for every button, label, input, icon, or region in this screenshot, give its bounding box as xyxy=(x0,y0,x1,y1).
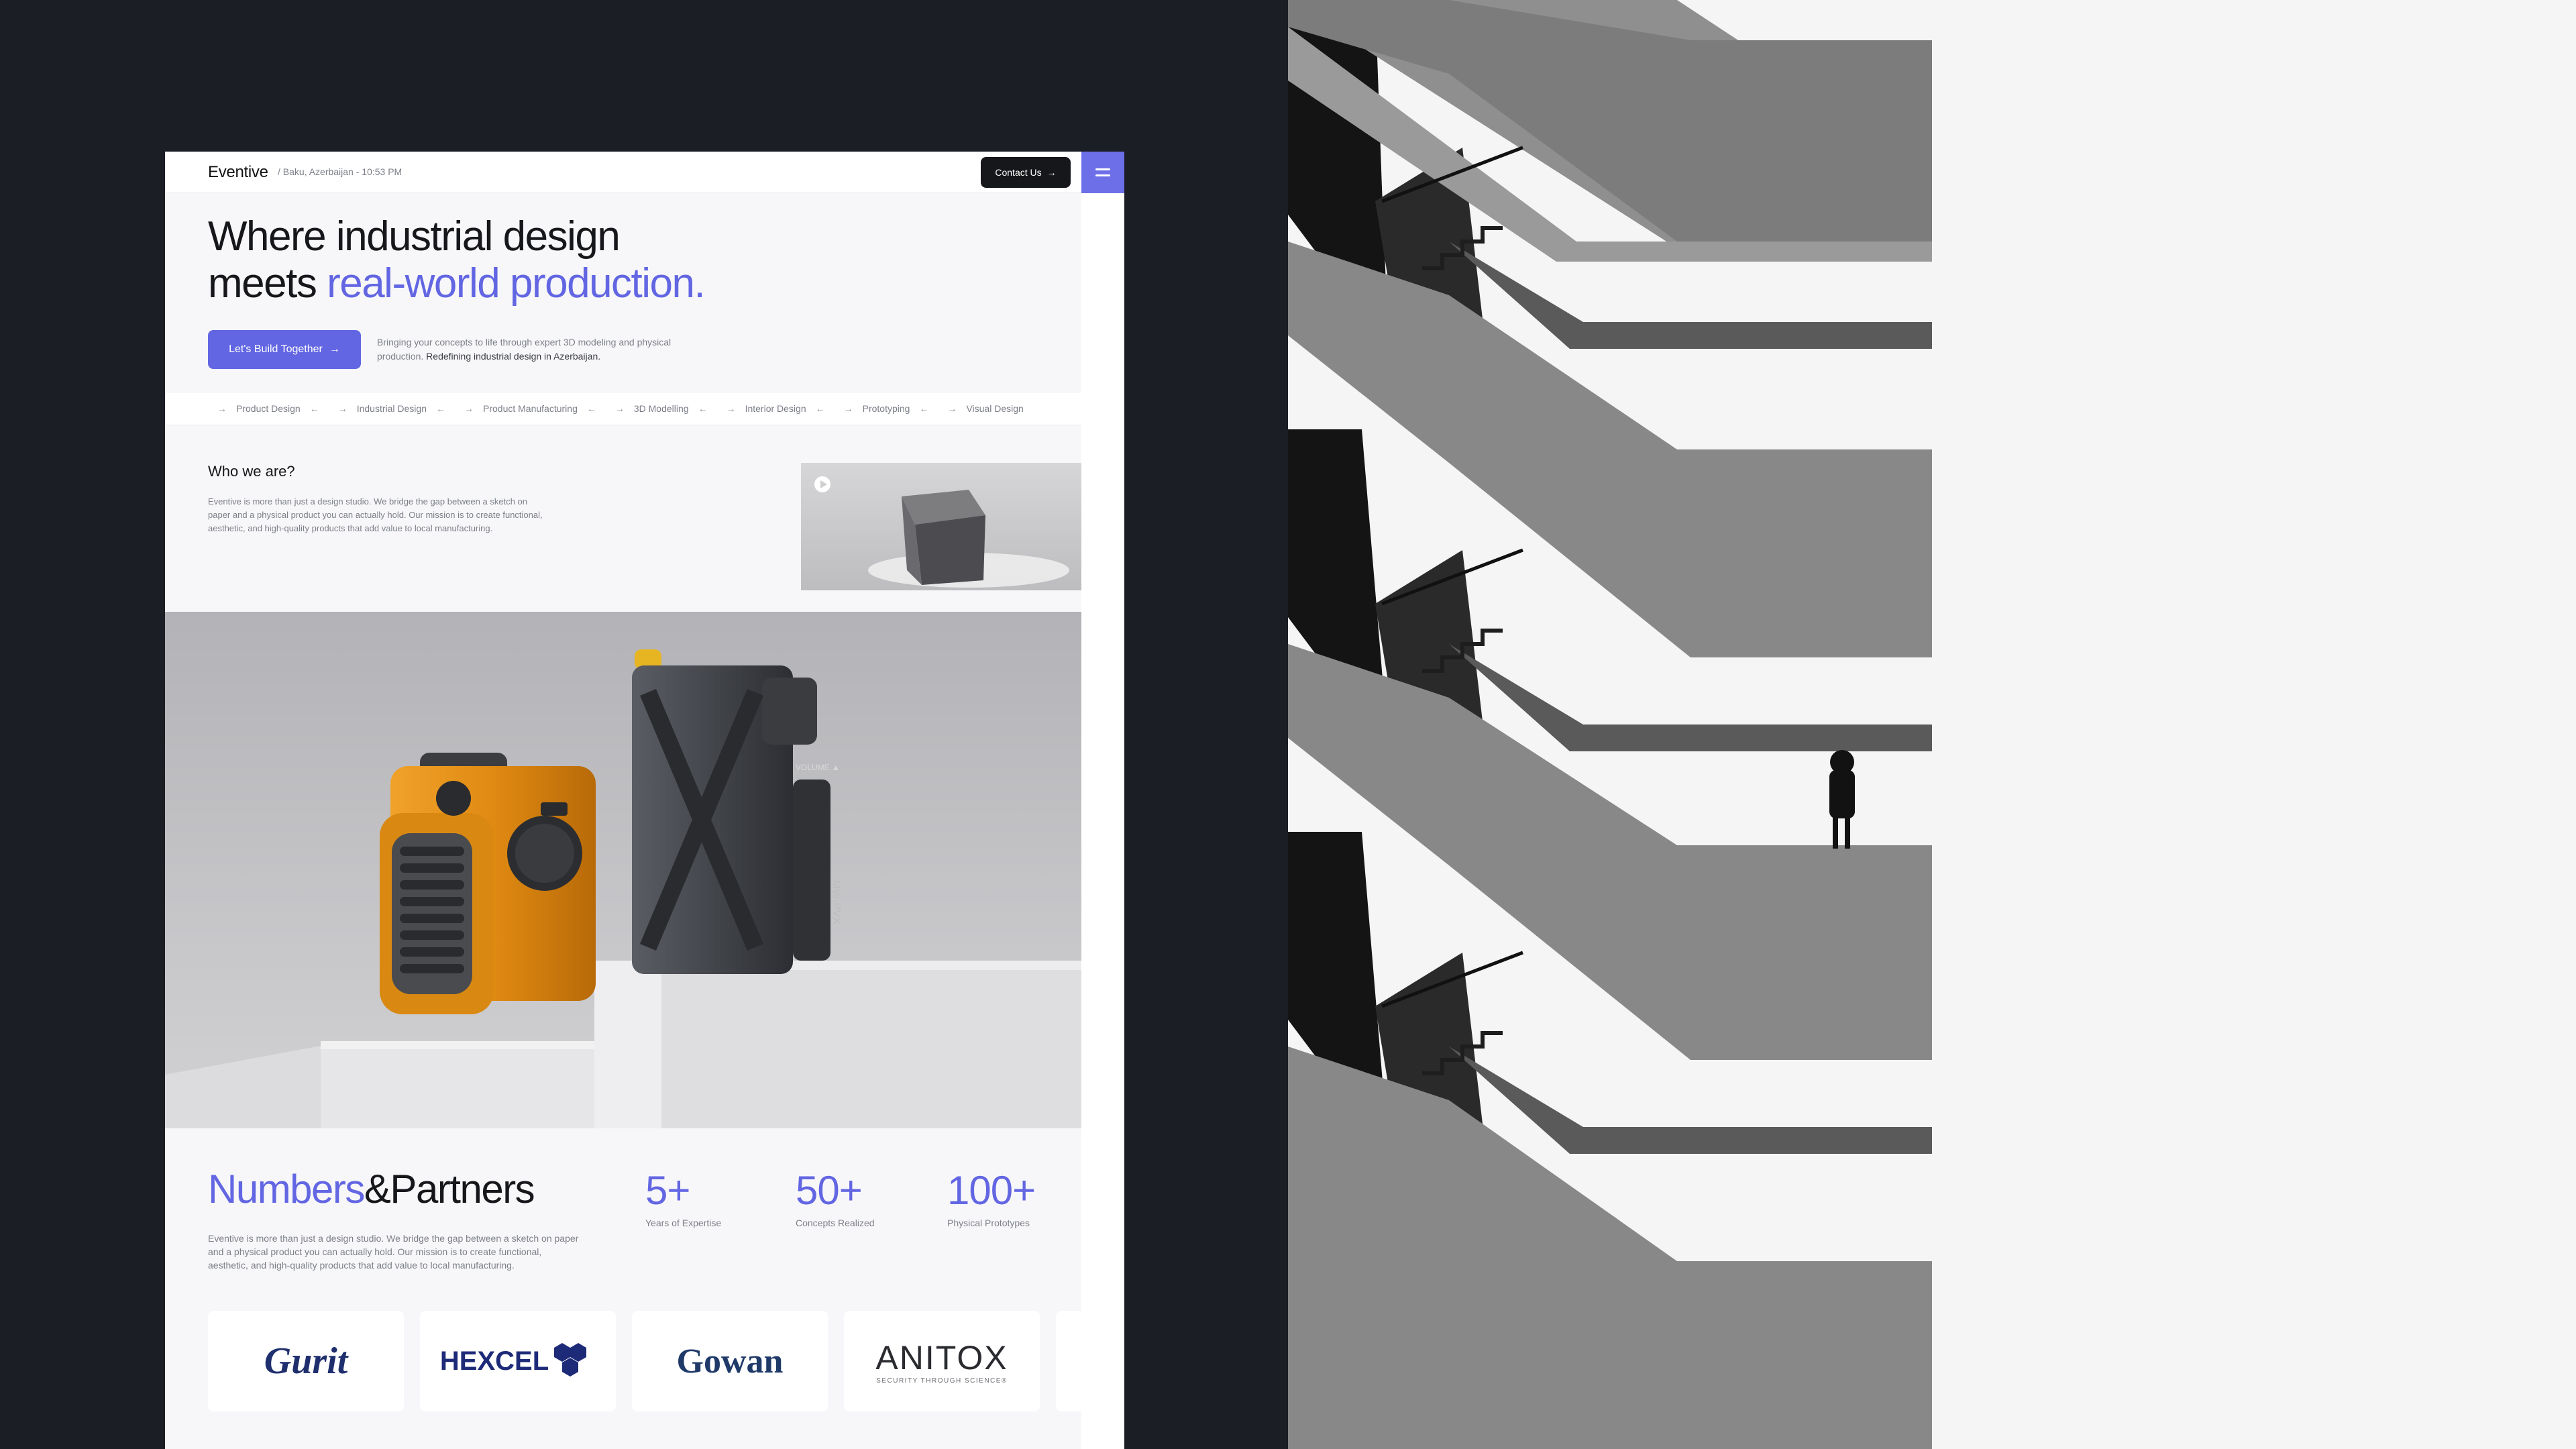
about-title: Who we are? xyxy=(208,463,295,480)
service-item[interactable]: → 3D Modelling ← xyxy=(606,403,717,414)
stat-years: 5+ Years of Expertise xyxy=(645,1167,721,1228)
stat-concepts: 50+ Concepts Realized xyxy=(796,1167,875,1228)
stat-value: 100+ xyxy=(947,1168,1036,1213)
brand-label: MW-PVX xyxy=(830,880,842,924)
arrow-left-icon: ← xyxy=(436,403,445,414)
numbers-title-rest: &Partners xyxy=(364,1167,535,1212)
arrow-right-icon: → xyxy=(1046,167,1057,178)
volume-label: VOLUME ▲ xyxy=(796,763,840,772)
stat-label: Concepts Realized xyxy=(796,1218,875,1228)
partner-logo-gowan[interactable]: Gowan xyxy=(632,1311,828,1411)
stat-label: Physical Prototypes xyxy=(947,1218,1030,1228)
product-render-image: VOLUME ▲ MW-PVX xyxy=(165,612,1081,1128)
hero-title: Where industrial design meets real-world… xyxy=(208,213,706,307)
arrow-right-icon: → xyxy=(947,403,957,414)
arrow-left-icon: ← xyxy=(815,403,825,414)
hero-subtitle: Bringing your concepts to life through e… xyxy=(377,335,692,364)
hexagon-icon xyxy=(554,1343,587,1377)
stat-value: 50+ xyxy=(796,1168,863,1213)
contact-button[interactable]: Contact Us → xyxy=(981,157,1071,188)
about-video[interactable] xyxy=(801,463,1081,590)
arrow-right-icon: → xyxy=(726,403,736,414)
hamburger-icon-line xyxy=(1095,174,1110,176)
partner-logo-hexcel[interactable]: HEXCEL xyxy=(420,1311,616,1411)
staircase-photo xyxy=(1288,0,2576,1449)
stat-label: Years of Expertise xyxy=(645,1218,722,1228)
arrow-right-icon: → xyxy=(614,403,625,414)
service-label: Product Design xyxy=(236,403,301,414)
service-item[interactable]: → Product Design ← xyxy=(208,403,329,414)
service-item[interactable]: → Visual Design xyxy=(938,403,1023,414)
arrow-right-icon: → xyxy=(464,403,474,414)
service-item[interactable]: → Interior Design ← xyxy=(717,403,835,414)
stat-value: 5+ xyxy=(645,1168,690,1213)
arrow-left-icon: ← xyxy=(309,403,319,414)
numbers-description: Eventive is more than just a design stud… xyxy=(208,1233,579,1271)
lets-build-together-button[interactable]: Let's Build Together → xyxy=(208,330,361,369)
service-label: 3D Modelling xyxy=(633,403,689,414)
website-preview: Eventive / Baku, Azerbaijan - 10:53 PM C… xyxy=(165,152,1124,1449)
page-content: Eventive / Baku, Azerbaijan - 10:53 PM C… xyxy=(165,152,1096,1449)
top-navbar: Eventive / Baku, Azerbaijan - 10:53 PM C… xyxy=(165,152,1081,193)
service-label: Product Manufacturing xyxy=(483,403,578,414)
hero-title-line1: Where industrial design xyxy=(208,213,621,260)
service-label: Visual Design xyxy=(966,403,1024,414)
partner-name: HEXCEL xyxy=(439,1346,549,1376)
arrow-left-icon: ← xyxy=(698,403,708,414)
arrow-right-icon: → xyxy=(843,403,853,414)
arrow-right-icon: → xyxy=(337,403,347,414)
hamburger-icon-line xyxy=(1095,168,1110,170)
hero-title-line2: meets xyxy=(208,260,327,307)
arrow-left-icon: ← xyxy=(919,403,929,414)
cube-render xyxy=(801,463,1081,590)
staircase-illustration xyxy=(1288,0,2576,1449)
right-rail xyxy=(1081,152,1124,1449)
cta-label: Let's Build Together xyxy=(229,343,323,355)
service-label: Prototyping xyxy=(862,403,910,414)
service-item[interactable]: → Industrial Design ← xyxy=(329,403,455,414)
numbers-title-accent: Numbers xyxy=(208,1167,365,1212)
services-ticker: → Product Design ← → Industrial Design ← → Prod… xyxy=(165,392,1081,425)
location-time: / Baku, Azerbaijan - 10:53 PM xyxy=(278,166,402,177)
hero-subtitle-strong: Redefining industrial design in Azerbaij… xyxy=(426,351,601,362)
service-label: Interior Design xyxy=(745,403,806,414)
partner-logo-gurit[interactable]: Gurit xyxy=(208,1311,404,1411)
partner-logo-anitox[interactable]: ANITOX SECURITY THROUGH SCIENCE® xyxy=(844,1311,1040,1411)
partner-tagline: SECURITY THROUGH SCIENCE® xyxy=(876,1377,1008,1385)
partner-name: Gurit xyxy=(264,1340,348,1382)
speaker-products-render: VOLUME ▲ MW-PVX xyxy=(165,612,1081,1128)
stat-prototypes: 100+ Physical Prototypes xyxy=(947,1167,1036,1228)
partner-name: Gowan xyxy=(676,1342,784,1381)
partner-name: ANITOX xyxy=(875,1338,1008,1377)
numbers-partners-title: Numbers&Partners xyxy=(208,1166,535,1212)
hero-title-accent: real-world production. xyxy=(327,260,706,307)
arrow-left-icon: ← xyxy=(586,403,596,414)
menu-button[interactable] xyxy=(1081,152,1124,193)
brand-logo[interactable]: Eventive xyxy=(208,163,268,182)
play-icon[interactable] xyxy=(814,476,830,492)
service-item[interactable]: → Product Manufacturing ← xyxy=(455,403,606,414)
contact-button-label: Contact Us xyxy=(995,167,1042,178)
service-item[interactable]: → Prototyping ← xyxy=(835,403,938,414)
service-label: Industrial Design xyxy=(356,403,427,414)
about-text: Eventive is more than just a design stud… xyxy=(208,496,543,533)
arrow-right-icon: → xyxy=(217,403,227,414)
arrow-right-icon: → xyxy=(329,343,340,355)
